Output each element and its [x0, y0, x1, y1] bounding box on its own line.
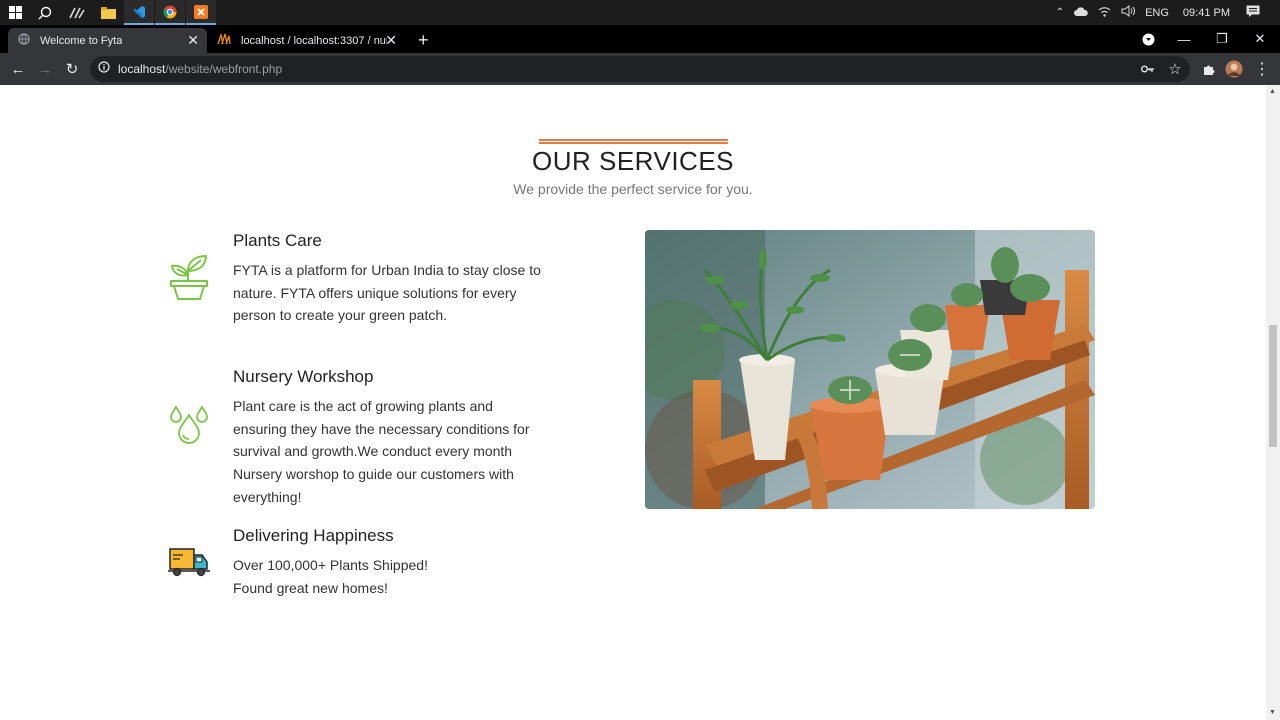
plants-shelf-photo	[645, 230, 1095, 509]
vscode-icon[interactable]	[124, 0, 154, 25]
chrome-icon[interactable]	[155, 0, 185, 25]
service-title: Plants Care	[233, 231, 322, 250]
tab-title: Welcome to Fyta	[40, 34, 123, 47]
speaker-icon[interactable]	[1121, 5, 1136, 20]
url-host: localhost	[118, 62, 166, 76]
bookmark-star-icon[interactable]: ☆	[1163, 57, 1187, 81]
section-title: OUR SERVICES	[531, 146, 734, 176]
url-text[interactable]: localhost/website/webfront.php	[118, 62, 282, 76]
url-path: /website/webfront.php	[165, 62, 283, 76]
service-description: FYTA is a platform for Urban India to st…	[233, 262, 541, 324]
browser-tab-strip: Welcome to Fyta ✕ localhost / localhost:…	[0, 25, 1280, 53]
service-plants-care: Plants Care FYTA is a platform for Urban…	[168, 231, 548, 326]
heading-accent-bar	[538, 139, 728, 144]
file-explorer-icon[interactable]	[93, 0, 123, 25]
new-tab-button[interactable]: +	[410, 28, 438, 53]
page-scrollbar[interactable]: ▲ ▼	[1266, 85, 1280, 720]
more-menu-icon[interactable]: ⋮	[1250, 57, 1274, 81]
chevron-up-icon[interactable]: ⌃	[1056, 7, 1064, 18]
services-header: OUR SERVICES We provide the perfect serv…	[0, 139, 1266, 197]
key-icon[interactable]	[1136, 57, 1160, 81]
profile-menu-icon[interactable]	[1129, 25, 1167, 53]
forward-icon[interactable]: →	[33, 57, 57, 81]
system-tray: ⌃ ENG 09:41 PM	[1046, 0, 1280, 25]
phpmyadmin-icon	[217, 32, 231, 48]
service-title: Delivering Happiness	[233, 526, 394, 545]
service-description: Plant care is the act of growing plants …	[233, 398, 530, 505]
water-drops-icon	[168, 405, 210, 447]
wifi-icon[interactable]	[1098, 6, 1111, 20]
xampp-icon[interactable]	[186, 0, 216, 25]
globe-icon	[18, 33, 30, 48]
notifications-icon[interactable]	[1246, 5, 1260, 20]
windows-taskbar: ⌃ ENG 09:41 PM	[0, 0, 1280, 25]
plus-icon: +	[418, 30, 429, 50]
close-tab-icon[interactable]: ✕	[385, 32, 397, 49]
section-subtitle: We provide the perfect service for you.	[513, 181, 753, 197]
clock[interactable]: 09:41 PM	[1183, 7, 1230, 19]
extensions-icon[interactable]	[1196, 57, 1220, 81]
windows-start-icon[interactable]	[0, 0, 30, 25]
restore-icon[interactable]: ❐	[1203, 25, 1241, 53]
cloud-icon[interactable]	[1074, 6, 1088, 19]
reload-icon[interactable]: ↻	[60, 57, 84, 81]
scroll-up-icon[interactable]: ▲	[1269, 88, 1276, 95]
service-description-line: Over 100,000+ Plants Shipped!	[233, 557, 428, 573]
tab-title: localhost / localhost:3307 / nurse	[241, 34, 387, 47]
service-delivering-happiness: Delivering Happiness Over 100,000+ Plant…	[168, 526, 548, 598]
service-description-line: Found great new homes!	[233, 579, 388, 596]
back-icon[interactable]: ←	[6, 57, 30, 81]
info-icon[interactable]	[98, 60, 110, 78]
plant-pot-icon	[168, 253, 210, 300]
service-nursery-workshop: Nursery Workshop Plant care is the act o…	[168, 367, 548, 505]
webpage: OUR SERVICES We provide the perfect serv…	[0, 85, 1266, 720]
scroll-down-icon[interactable]: ▼	[1269, 709, 1276, 716]
avatar[interactable]	[1222, 57, 1246, 81]
app-icon[interactable]	[62, 0, 92, 25]
search-icon[interactable]	[30, 0, 60, 25]
close-tab-icon[interactable]: ✕	[187, 32, 199, 49]
service-title: Nursery Workshop	[233, 367, 374, 386]
scrollbar-thumb[interactable]	[1269, 325, 1277, 447]
close-window-icon[interactable]: ✕	[1241, 25, 1279, 53]
delivery-truck-icon	[168, 546, 210, 588]
service-description: Over 100,000+ Plants Shipped! Found grea…	[233, 554, 543, 599]
tab-welcome-to-fyta[interactable]: Welcome to Fyta ✕	[8, 28, 207, 53]
tab-phpmyadmin[interactable]: localhost / localhost:3307 / nurse ✕	[207, 28, 405, 53]
address-bar[interactable]: localhost/website/webfront.php	[90, 56, 1190, 82]
minimize-icon[interactable]: —	[1165, 25, 1203, 53]
language-indicator[interactable]: ENG	[1145, 7, 1169, 19]
browser-toolbar: ← → ↻ localhost/website/webfront.php ☆ ⋮	[0, 53, 1280, 85]
